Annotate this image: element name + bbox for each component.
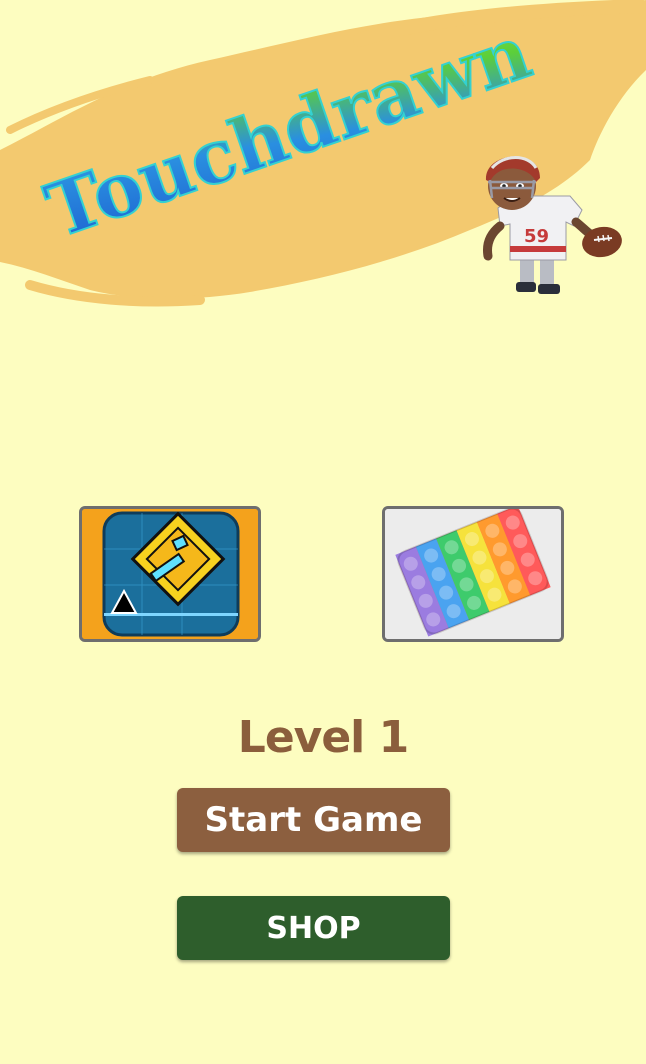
main-menu-screen: Touchdrawn 59 Level 1 Start Game SHOP	[0, 0, 646, 1064]
level-label: Level 1	[237, 712, 409, 763]
rainbow-pop-it-icon	[385, 509, 561, 639]
geometry-dash-cube-icon	[82, 509, 258, 639]
jersey-number: 59	[524, 226, 549, 247]
game-card-geometry-dash[interactable]	[79, 506, 261, 642]
game-card-pop-it[interactable]	[382, 506, 564, 642]
shop-button[interactable]: SHOP	[177, 896, 450, 960]
start-game-button[interactable]: Start Game	[177, 788, 450, 852]
football-player-mascot-icon: 59	[470, 138, 630, 308]
